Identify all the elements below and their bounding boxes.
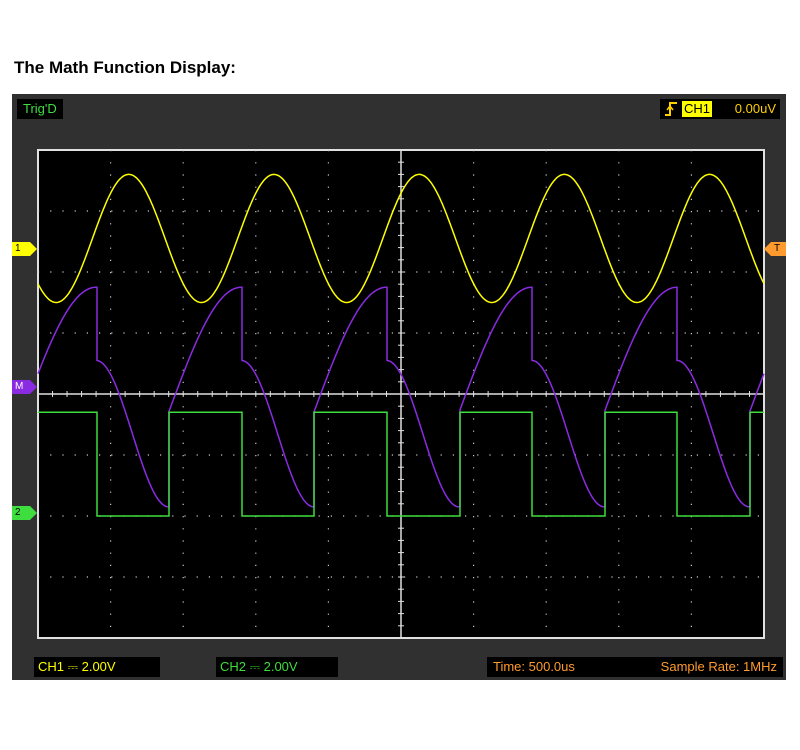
page-heading: The Math Function Display: (14, 58, 236, 77)
oscilloscope-window: Trig'D CH1 0.00uV 1 M 2 T CH1 ⎓ 2.00V CH… (12, 94, 786, 680)
ch2-marker-label: 2 (15, 507, 21, 518)
ch1-scale-readout[interactable]: CH1 ⎓ 2.00V (34, 657, 160, 677)
timebase-readout: Time: 500.0us (493, 659, 575, 674)
ch2-marker[interactable]: 2 (12, 506, 38, 520)
trigger-status: Trig'D (17, 99, 63, 119)
waveform-plot (37, 149, 765, 639)
trigger-marker-label: T (774, 243, 781, 254)
ch2-scale-readout[interactable]: CH2 ⎓ 2.00V (216, 657, 338, 677)
ch1-marker[interactable]: 1 (12, 242, 38, 256)
top-status-bar: Trig'D CH1 0.00uV (12, 94, 786, 124)
rising-edge-icon (665, 102, 677, 116)
math-marker-label: M (15, 381, 24, 392)
timebase-panel[interactable]: Time: 500.0us Sample Rate: 1MHz (487, 657, 783, 677)
trigger-level: 0.00uV (734, 101, 776, 116)
trigger-channel: CH1 (682, 101, 713, 117)
sample-rate-readout: Sample Rate: 1MHz (660, 659, 777, 674)
trigger-info[interactable]: CH1 0.00uV (660, 99, 780, 119)
bottom-status-bar: CH1 ⎓ 2.00V CH2 ⎓ 2.00V Time: 500.0us Sa… (12, 654, 786, 680)
trigger-level-marker[interactable]: T (764, 242, 786, 256)
waveform-display[interactable]: 1 M 2 T (12, 124, 786, 654)
math-marker[interactable]: M (12, 380, 38, 394)
ch1-marker-label: 1 (15, 243, 21, 254)
